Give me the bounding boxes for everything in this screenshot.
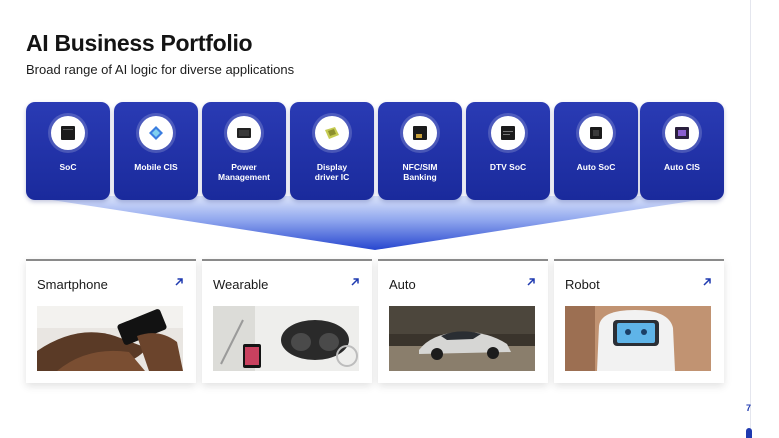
- page-subtitle: Broad range of AI logic for diverse appl…: [26, 62, 295, 77]
- auto-photo: [389, 306, 535, 371]
- product-label: Display driver IC: [314, 162, 350, 182]
- application-card-auto[interactable]: Auto: [378, 259, 548, 383]
- wearable-photo: [213, 306, 359, 371]
- product-label: Power Management: [218, 162, 270, 182]
- application-card-smartphone[interactable]: Smartphone: [26, 259, 196, 383]
- application-card-wearable[interactable]: Wearable: [202, 259, 372, 383]
- product-card-display-driver-ic[interactable]: Display driver IC: [290, 102, 374, 200]
- page-title: AI Business Portfolio: [26, 30, 253, 56]
- product-card-power-management[interactable]: Power Management: [202, 102, 286, 200]
- display-driver-icon: [315, 116, 349, 150]
- application-card-robot[interactable]: Robot: [554, 259, 724, 383]
- application-label: Wearable: [213, 277, 269, 292]
- product-card-auto-cis[interactable]: Auto CIS: [640, 102, 724, 200]
- power-chip-icon: [227, 116, 261, 150]
- arrow-up-right-icon[interactable]: [174, 277, 184, 287]
- product-card-nfc-sim-banking[interactable]: NFC/SIM Banking: [378, 102, 462, 200]
- product-card-auto-soc[interactable]: Auto SoC: [554, 102, 638, 200]
- smartphone-photo: [37, 306, 183, 371]
- page-indicator[interactable]: [746, 428, 752, 438]
- page-edge-divider: [750, 0, 751, 438]
- application-row: Smartphone Wearable Auto Robot: [26, 259, 724, 383]
- application-label: Smartphone: [37, 277, 108, 292]
- product-label: DTV SoC: [489, 162, 527, 172]
- product-card-mobile-cis[interactable]: Mobile CIS: [114, 102, 198, 200]
- nfc-chip-icon: [403, 116, 437, 150]
- auto-chip-icon: [579, 116, 613, 150]
- product-card-dtv-soc[interactable]: DTV SoC: [466, 102, 550, 200]
- chip-icon: [51, 116, 85, 150]
- arrow-up-right-icon[interactable]: [526, 277, 536, 287]
- product-card-soc[interactable]: SoC: [26, 102, 110, 200]
- dtv-chip-icon: [491, 116, 525, 150]
- product-row: SoC Mobile CIS Power Management Display …: [26, 102, 724, 200]
- application-label: Robot: [565, 277, 600, 292]
- product-label: Auto CIS: [664, 162, 700, 172]
- product-label: NFC/SIM Banking: [402, 162, 438, 182]
- arrow-up-right-icon[interactable]: [702, 277, 712, 287]
- arrow-up-right-icon[interactable]: [350, 277, 360, 287]
- application-label: Auto: [389, 277, 416, 292]
- product-label: Mobile CIS: [134, 162, 178, 172]
- product-label: SoC: [59, 162, 77, 172]
- robot-photo: [565, 306, 711, 371]
- image-sensor-icon: [139, 116, 173, 150]
- auto-sensor-icon: [665, 116, 699, 150]
- product-label: Auto SoC: [576, 162, 616, 172]
- page-number: 7: [746, 403, 752, 413]
